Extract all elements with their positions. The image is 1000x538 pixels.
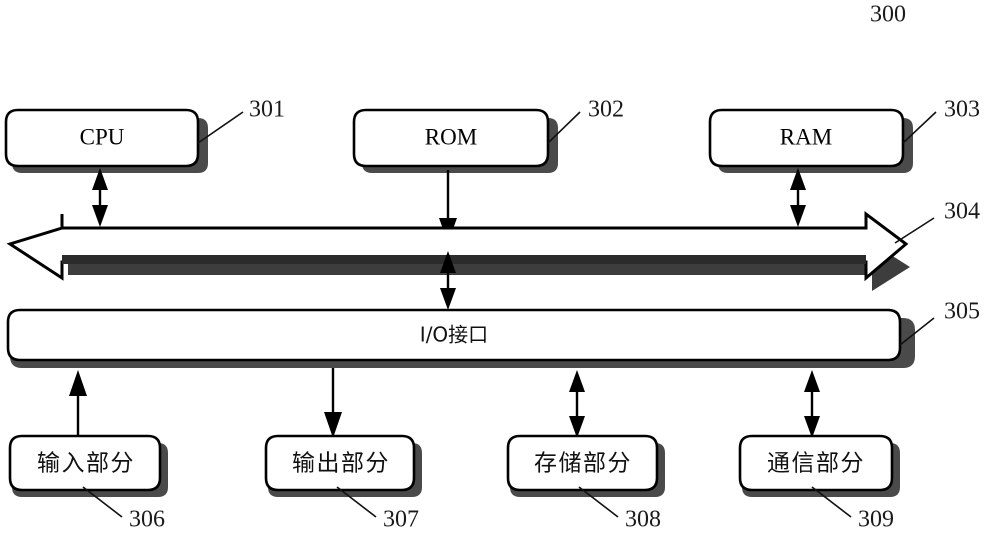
node-comm-part[interactable]: 通信部分: [738, 434, 900, 497]
node-rom[interactable]: ROM: [352, 108, 558, 173]
node-input-part[interactable]: 输入部分: [8, 434, 168, 497]
bus-lower-rail: [62, 255, 866, 264]
input-box-label: 输入部分: [37, 451, 135, 477]
io-box-label: I/O接口: [420, 323, 488, 347]
node-io-interface[interactable]: I/O接口: [6, 308, 915, 368]
ram-ref-303: 303: [944, 97, 980, 123]
node-output-part[interactable]: 输出部分: [264, 434, 422, 497]
node-storage-part[interactable]: 存储部分: [506, 434, 665, 497]
comm-ref-309: 309: [858, 507, 894, 533]
connector-ram-bus: [790, 168, 806, 227]
arrowhead-up-storage: [569, 370, 585, 392]
node-cpu[interactable]: CPU: [4, 108, 208, 173]
output-ref-307: 307: [383, 507, 419, 533]
system-architecture-diagram: 300 CPU 301 ROM 302 RAM 303 304 I/O接口 30…: [4, 2, 980, 533]
comm-box-label: 通信部分: [767, 451, 865, 477]
node-bus[interactable]: [6, 211, 910, 291]
arrowhead-down-io: [440, 288, 456, 310]
io-ref-305: 305: [944, 299, 980, 325]
arrowhead-down-cpu: [92, 205, 108, 227]
figure-canvas: 300 CPU 301 ROM 302 RAM 303 304 I/O接口 30…: [0, 0, 1000, 538]
output-box-label: 输出部分: [292, 451, 390, 477]
arrowhead-up-input: [69, 370, 87, 396]
connector-io-storage: [569, 370, 585, 438]
connector-input-io: [69, 370, 87, 438]
connector-io-output: [324, 368, 342, 438]
node-ram[interactable]: RAM: [708, 108, 913, 173]
arrowhead-down-output: [324, 412, 342, 438]
connector-cpu-bus: [92, 168, 108, 227]
storage-box-label: 存储部分: [534, 451, 632, 477]
cpu-ref-301: 301: [249, 97, 285, 123]
bus-ref-304: 304: [944, 199, 980, 225]
figure-ref-300: 300: [870, 2, 906, 28]
arrowhead-down-ram: [790, 205, 806, 227]
cpu-box-label: CPU: [80, 124, 125, 149]
ram-box-label: RAM: [780, 124, 832, 149]
arrowhead-up-comm: [804, 370, 820, 392]
input-ref-306: 306: [129, 507, 165, 533]
storage-ref-308: 308: [625, 507, 661, 533]
rom-ref-302: 302: [588, 97, 624, 123]
bus-leader-line: [894, 217, 935, 244]
connector-io-comm: [804, 370, 820, 438]
rom-box-label: ROM: [425, 124, 477, 149]
